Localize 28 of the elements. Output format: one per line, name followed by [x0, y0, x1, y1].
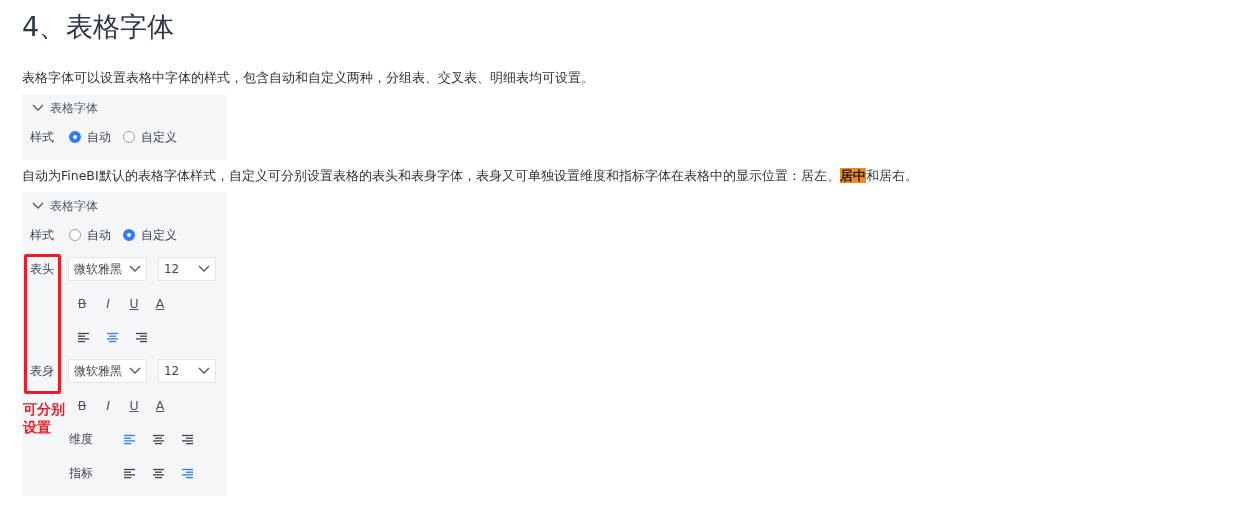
section-title: 4、表格字体: [22, 10, 176, 44]
format-button[interactable]: B: [69, 397, 95, 413]
font-select[interactable]: 微软雅黑: [68, 359, 147, 383]
size-select[interactable]: 12: [157, 257, 216, 281]
paragraph: 表格字体可以设置表格中字体的样式，包含自动和自定义两种，分组表、交叉表、明细表均可设置。: [22, 69, 595, 87]
field-label: 样式: [30, 129, 55, 145]
font-select[interactable]: 微软雅黑: [68, 257, 147, 281]
field-label: 样式: [30, 227, 55, 243]
format-button[interactable]: U: [121, 397, 147, 413]
size-select[interactable]: 12: [157, 359, 216, 383]
radio-option[interactable]: 自动: [69, 227, 111, 243]
panel-title: 表格字体: [50, 100, 98, 116]
field-label: 维度: [69, 431, 94, 447]
format-button[interactable]: B: [69, 295, 95, 311]
annotation: 可分别设置: [23, 400, 66, 436]
format-button[interactable]: I: [95, 397, 121, 413]
field-label: 表头: [30, 261, 55, 277]
radio-option[interactable]: 自定义: [123, 227, 177, 243]
field-label: 表身: [30, 363, 55, 379]
format-button[interactable]: A: [147, 397, 173, 413]
format-button[interactable]: I: [95, 295, 121, 311]
paragraph: 自动为FineBI默认的表格字体样式，自定义可分别设置表格的表头和表身字体，表身又可单独设置维度和指标字体在表格中的显示位置：居左、居中和居右。: [22, 167, 919, 185]
field-label: 指标: [69, 465, 94, 481]
panel-title: 表格字体: [50, 198, 98, 214]
format-button[interactable]: A: [147, 295, 173, 311]
radio-option[interactable]: 自动: [69, 129, 111, 145]
format-button[interactable]: U: [121, 295, 147, 311]
radio-option[interactable]: 自定义: [123, 129, 177, 145]
